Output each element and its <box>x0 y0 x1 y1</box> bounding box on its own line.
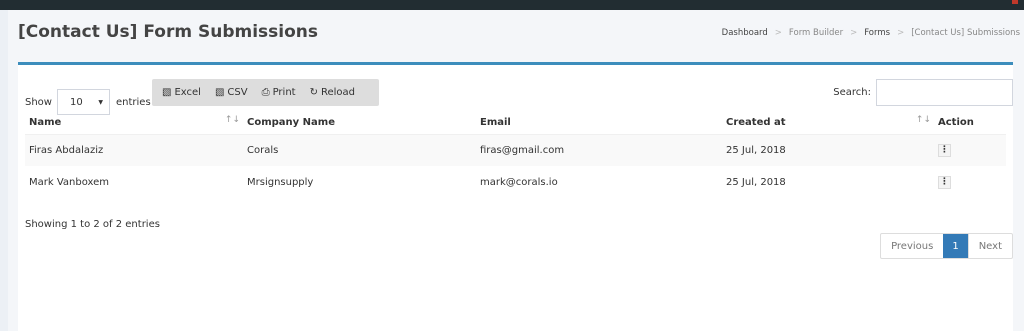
search-control: Search: <box>833 79 1013 106</box>
csv-file-icon: ▧ <box>214 87 225 98</box>
sort-icon: ↑↓ <box>915 115 931 125</box>
search-label: Search: <box>833 87 871 98</box>
table-info: Showing 1 to 2 of 2 entries <box>25 219 160 230</box>
cell-name: Mark Vanboxem <box>29 176 110 188</box>
column-label: Company Name <box>247 116 335 128</box>
csv-button[interactable]: ▧ CSV <box>215 87 248 98</box>
cell-action: ⋮ <box>934 134 1006 166</box>
printer-icon: ⎙ <box>261 87 270 98</box>
column-header-email: Email <box>476 111 722 135</box>
content-wrapper: [Contact Us] Form Submissions Dashboard … <box>8 10 1024 331</box>
more-actions-icon[interactable]: ⋮ <box>938 143 951 157</box>
cell-name: Firas Abdalaziz <box>25 134 243 166</box>
reload-button-label: Reload <box>320 87 356 98</box>
column-header-name[interactable]: Name ↑↓ <box>25 111 243 135</box>
table-row: Firas Abdalaziz Corals firas@gmail.com 2… <box>25 134 1006 166</box>
column-label: Created at <box>726 116 786 128</box>
more-actions-icon[interactable]: ⋮ <box>938 175 951 189</box>
reload-button[interactable]: ↻ Reload <box>310 87 355 98</box>
search-input[interactable] <box>876 79 1013 106</box>
next-page-button[interactable]: Next <box>967 234 1012 258</box>
submissions-table: Name ↑↓ Company Name Email Created at ↑↓ A… <box>25 111 1006 198</box>
entries-label: entries <box>115 96 151 108</box>
breadcrumb-current: [Contact Us] Submissions <box>911 28 1020 38</box>
column-label: Email <box>480 116 511 128</box>
excel-button[interactable]: ▧ Excel <box>162 87 201 98</box>
cell-company: Corals <box>243 134 476 166</box>
column-header-action: Action <box>934 111 1006 135</box>
show-label: Show <box>25 96 52 108</box>
column-header-created-at[interactable]: Created at ↑↓ <box>722 111 934 135</box>
print-button-label: Print <box>272 87 296 98</box>
entries-select-value: 10 <box>69 97 83 108</box>
cell-company: Mrsignsupply <box>247 176 314 188</box>
notification-marker <box>1012 0 1018 4</box>
export-button-group: ▧ Excel ▧ CSV ⎙ Print ↻ Reload <box>152 79 379 106</box>
pagination: Previous 1 Next <box>880 233 1013 259</box>
cell-created-at: 25 Jul, 2018 <box>726 176 786 188</box>
print-button[interactable]: ⎙ Print <box>262 87 296 98</box>
previous-page-button[interactable]: Previous <box>881 234 943 258</box>
cell-email: mark@corals.io <box>480 176 558 188</box>
refresh-icon: ↻ <box>309 87 318 98</box>
breadcrumb-form-builder: Form Builder <box>788 28 844 38</box>
chevron-down-icon: ▼ <box>98 99 103 106</box>
breadcrumb-dashboard[interactable]: Dashboard <box>722 28 768 38</box>
submissions-box: Show 10 ▼ entries ▧ Excel ▧ CSV ⎙ Print ↻ Re… <box>18 62 1013 331</box>
cell-action: ⋮ <box>934 166 1006 198</box>
column-label: Name <box>29 116 62 128</box>
breadcrumb: Dashboard > Form Builder > Forms > [Cont… <box>722 28 1020 38</box>
breadcrumb-separator: > <box>774 28 782 38</box>
csv-button-label: CSV <box>227 87 248 98</box>
page-title: [Contact Us] Form Submissions <box>18 22 318 42</box>
excel-button-label: Excel <box>174 87 201 98</box>
cell-created-at: 25 Jul, 2018 <box>722 134 934 166</box>
breadcrumb-forms[interactable]: Forms <box>864 28 890 38</box>
top-navbar <box>0 0 1024 10</box>
excel-file-icon: ▧ <box>162 87 172 98</box>
page-1-button[interactable]: 1 <box>943 234 968 258</box>
column-header-company: Company Name <box>243 111 476 135</box>
column-label: Action <box>938 116 974 128</box>
breadcrumb-separator: > <box>850 28 858 38</box>
table-row: Mark Vanboxem Mrsignsupply mark@corals.i… <box>25 166 1006 198</box>
table-header-row: Name ↑↓ Company Name Email Created at ↑↓ A… <box>25 111 1006 135</box>
cell-email: firas@gmail.com <box>476 134 722 166</box>
sort-icon: ↑↓ <box>224 115 240 125</box>
breadcrumb-separator: > <box>897 28 905 38</box>
